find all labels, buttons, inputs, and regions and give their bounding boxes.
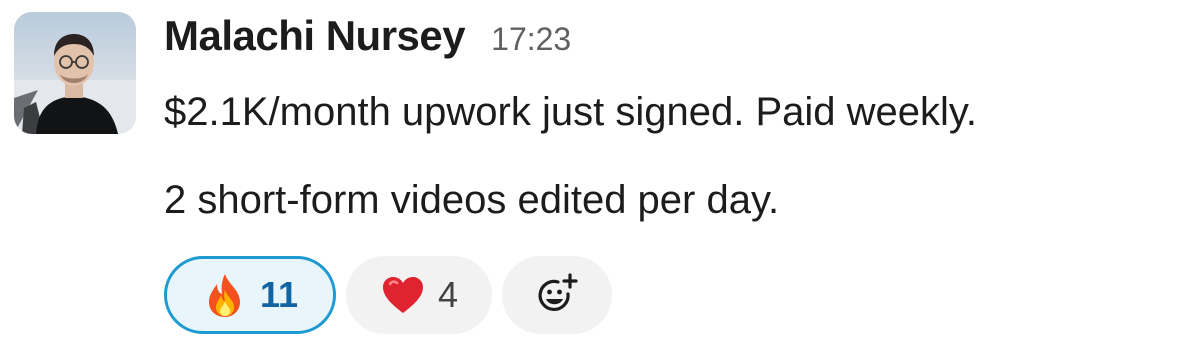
reaction-fire[interactable]: 11 xyxy=(164,256,336,334)
add-reaction-icon xyxy=(534,272,580,318)
reactions-bar: 11 4 xyxy=(164,256,612,334)
sender-name[interactable]: Malachi Nursey xyxy=(164,12,466,60)
message-timestamp[interactable]: 17:23 xyxy=(491,21,571,58)
message-text-line: 2 short-form videos edited per day. xyxy=(164,178,780,222)
avatar[interactable] xyxy=(14,12,136,134)
heart-icon xyxy=(380,272,426,318)
add-reaction-button[interactable] xyxy=(502,256,612,334)
avatar-photo xyxy=(14,12,136,134)
fire-icon xyxy=(202,272,248,318)
message-header: Malachi Nursey 17:23 xyxy=(164,12,1174,72)
reaction-heart[interactable]: 4 xyxy=(346,256,492,334)
reaction-count: 4 xyxy=(437,274,459,315)
message-content: Malachi Nursey 17:23 $2.1K/month upwork … xyxy=(164,12,1174,334)
message-text-line: $2.1K/month upwork just signed. Paid wee… xyxy=(164,90,978,134)
message: Malachi Nursey 17:23 $2.1K/month upwork … xyxy=(14,12,1174,352)
reaction-count: 11 xyxy=(259,274,299,315)
